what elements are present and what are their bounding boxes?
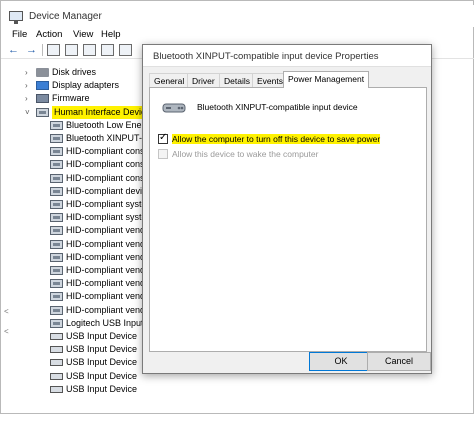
menu-view[interactable]: View xyxy=(73,29,93,40)
show-hide-tree-icon[interactable] xyxy=(47,44,60,56)
usb-device-icon xyxy=(50,346,63,354)
tree-item-label: HID-compliant syster xyxy=(66,212,150,223)
hid-category-icon xyxy=(36,107,49,117)
hid-device-icon xyxy=(50,226,63,236)
tree-item-label: HID-compliant vendo xyxy=(66,265,151,275)
tree-item-label: HID-compliant consu xyxy=(66,146,150,157)
tree-item-label: USB Input Device xyxy=(66,357,138,368)
expand-chevron-icon[interactable]: › xyxy=(25,79,33,92)
tab-strip: General Driver Details Events Power Mana… xyxy=(149,71,425,88)
allow-wake-checkbox xyxy=(158,149,168,159)
hid-device-icon xyxy=(50,147,63,157)
tree-item-label: USB Input Device xyxy=(66,331,138,341)
forward-arrow-icon[interactable]: → xyxy=(25,44,38,56)
expand-chevron-icon[interactable]: › xyxy=(25,92,33,105)
hid-device-icon xyxy=(50,239,63,249)
hid-device-icon xyxy=(50,305,63,315)
usb-device-icon xyxy=(50,333,63,340)
tree-item-label: Logitech USB Input D xyxy=(66,317,153,328)
usb-device-icon xyxy=(50,372,63,380)
power-management-panel: Bluetooth XINPUT-compatible input device… xyxy=(149,87,427,352)
hid-device-icon xyxy=(50,279,63,289)
firmware-icon xyxy=(36,94,49,104)
allow-turn-off-option[interactable]: Allow the computer to turn off this devi… xyxy=(158,132,398,145)
tree-item-label: Disk drives xyxy=(52,67,97,77)
menu-help[interactable]: Help xyxy=(101,29,121,40)
allow-wake-label: Allow this device to wake the computer xyxy=(172,149,319,159)
display-adapter-icon xyxy=(36,81,49,91)
collapse-chevron-icon[interactable]: ˅ xyxy=(25,106,33,119)
allow-turn-off-text: Allow the computer to turn off this devi… xyxy=(172,134,381,144)
title-bar: Device Manager xyxy=(1,5,474,27)
hid-device-icon xyxy=(50,200,63,209)
usb-device-icon xyxy=(50,385,63,393)
toolbar-separator xyxy=(42,44,43,56)
properties-dialog: Bluetooth XINPUT-compatible input device… xyxy=(142,44,432,374)
tree-item-label: HID-compliant syster xyxy=(66,199,150,209)
hid-device-icon xyxy=(50,318,63,328)
tree-item-label: Display adapters xyxy=(52,80,120,91)
gamepad-icon xyxy=(162,103,186,113)
device-name: Bluetooth XINPUT-compatible input device xyxy=(197,102,358,112)
help-icon[interactable] xyxy=(83,44,96,56)
hid-device-icon xyxy=(50,186,63,196)
tree-item-label: HID-compliant vendo xyxy=(66,238,151,249)
tree-item-label: HID-compliant vendo xyxy=(66,304,151,315)
allow-turn-off-label: Allow the computer to turn off this devi… xyxy=(172,133,381,145)
hid-device-icon xyxy=(50,266,63,275)
dialog-title: Bluetooth XINPUT-compatible input device… xyxy=(153,51,379,62)
tree-device-row[interactable]: USB Input Device xyxy=(1,383,474,396)
usb-device-icon xyxy=(50,359,63,367)
tree-item-label: HID-compliant vendo xyxy=(66,291,151,302)
hid-device-icon xyxy=(50,292,63,302)
tree-item-label: HID-compliant vendo xyxy=(66,278,151,289)
hid-device-icon xyxy=(50,160,63,170)
tree-item-label: HID-compliant consu xyxy=(66,172,150,183)
tree-item-label: Bluetooth Low Energy xyxy=(66,119,155,130)
tab-power-management[interactable]: Power Management xyxy=(283,71,370,88)
tree-item-label: HID-compliant vendo xyxy=(66,251,151,262)
hid-device-icon xyxy=(50,252,63,262)
tree-item-label: HID-compliant consu xyxy=(66,159,150,170)
disk-drive-icon xyxy=(36,68,49,77)
hid-device-icon xyxy=(50,213,63,223)
update-driver-icon[interactable] xyxy=(101,44,114,56)
allow-turn-off-checkbox[interactable] xyxy=(158,132,168,144)
back-arrow-icon[interactable]: ← xyxy=(7,44,20,56)
menu-file[interactable]: File xyxy=(12,29,27,40)
allow-wake-option: Allow this device to wake the computer xyxy=(158,148,358,160)
device-manager-icon xyxy=(9,11,23,24)
status-bar xyxy=(0,414,474,431)
cancel-button[interactable]: Cancel xyxy=(367,352,431,371)
ok-button[interactable]: OK xyxy=(309,352,373,371)
scan-hardware-icon[interactable] xyxy=(119,44,132,56)
tree-item-label: HID-compliant device xyxy=(66,185,152,196)
tab-driver[interactable]: Driver xyxy=(187,73,220,87)
window-title: Device Manager xyxy=(29,11,102,22)
hid-device-icon xyxy=(50,173,63,183)
dialog-title-bar: Bluetooth XINPUT-compatible input device… xyxy=(143,45,431,67)
properties-icon[interactable] xyxy=(65,44,78,56)
hid-device-icon xyxy=(50,120,63,130)
menu-bar: File Action View Help xyxy=(1,28,474,42)
tree-item-label: Bluetooth XINPUT- xyxy=(66,133,143,143)
expand-chevron-icon[interactable]: › xyxy=(25,66,33,79)
menu-action[interactable]: Action xyxy=(36,29,62,40)
hid-device-icon xyxy=(50,134,63,143)
tree-item-label: USB Input Device xyxy=(66,370,138,381)
tree-item-label: Firmware xyxy=(52,93,90,104)
tab-general[interactable]: General xyxy=(149,73,190,87)
tab-details[interactable]: Details xyxy=(219,73,255,87)
tree-item-label: USB Input Device xyxy=(66,344,138,355)
tree-item-label: USB Input Device xyxy=(66,383,138,394)
tree-item-label: HID-compliant vendo xyxy=(66,225,151,236)
